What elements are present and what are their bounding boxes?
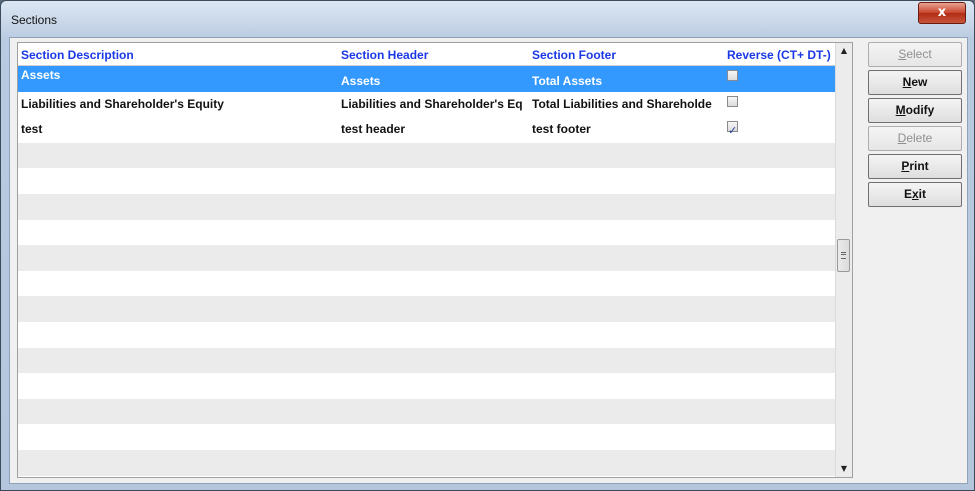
empty-row: [18, 296, 836, 322]
empty-row: [18, 373, 836, 399]
cell-reverse: [724, 92, 836, 118]
empty-row: [18, 168, 836, 194]
empty-row: [18, 449, 836, 476]
close-button[interactable]: x: [918, 2, 966, 24]
column-header-section-footer[interactable]: Section Footer: [530, 43, 724, 65]
empty-row: [18, 271, 836, 297]
select-button[interactable]: Select: [868, 42, 962, 67]
grid-header-row: Section Description Section Header Secti…: [18, 43, 836, 66]
cell-footer: Total Liabilities and Shareholde: [532, 96, 712, 111]
button-panel: Select New Modify Delete Print Exit: [868, 42, 962, 210]
empty-row: [18, 476, 836, 478]
window-title: Sections: [11, 13, 58, 27]
column-header-section-header[interactable]: Section Header: [338, 43, 530, 65]
empty-row: [18, 398, 836, 425]
cell-reverse: [724, 66, 836, 92]
empty-row: [18, 424, 836, 450]
exit-button[interactable]: Exit: [868, 182, 962, 207]
scroll-up-icon[interactable]: ▲: [836, 43, 852, 59]
scroll-down-icon[interactable]: ▼: [836, 461, 852, 477]
cell-footer: Total Assets: [532, 74, 603, 88]
reverse-checkbox-checked[interactable]: [727, 118, 738, 143]
cell-header: Assets: [341, 74, 381, 88]
cell-header: Liabilities and Shareholder's Eq: [341, 96, 523, 111]
modify-button[interactable]: Modify: [868, 98, 962, 123]
cell-description: test: [21, 122, 43, 137]
grid-rows: Assets Assets Total Assets Liabilities a…: [18, 66, 836, 478]
cell-reverse: [724, 117, 836, 143]
delete-button[interactable]: Delete: [868, 126, 962, 151]
cell-description: Liabilities and Shareholder's Equity: [21, 96, 224, 111]
print-button[interactable]: Print: [868, 154, 962, 179]
empty-row: [18, 220, 836, 246]
table-row[interactable]: test test header test footer: [18, 117, 836, 143]
empty-row: [18, 347, 836, 374]
cell-description: Assets: [21, 68, 61, 82]
table-row[interactable]: Assets Assets Total Assets: [18, 66, 836, 92]
table-row[interactable]: Liabilities and Shareholder's Equity Lia…: [18, 92, 836, 118]
column-header-reverse[interactable]: Reverse (CT+ DT-): [724, 43, 836, 65]
cell-header: test header: [341, 122, 406, 137]
title-bar[interactable]: Sections x: [1, 1, 974, 37]
scroll-thumb[interactable]: [837, 239, 850, 272]
sections-grid: Section Description Section Header Secti…: [17, 42, 853, 478]
vertical-scrollbar[interactable]: ▲ ▼: [835, 43, 852, 477]
new-button[interactable]: New: [868, 70, 962, 95]
empty-row: [18, 245, 836, 271]
cell-footer: test footer: [532, 122, 591, 137]
empty-row: [18, 322, 836, 348]
dialog-client-area: Section Description Section Header Secti…: [9, 37, 968, 484]
reverse-checkbox[interactable]: [727, 95, 738, 107]
sections-dialog: Sections x Section Description Section H…: [0, 0, 975, 491]
empty-row: [18, 193, 836, 220]
reverse-checkbox[interactable]: [727, 70, 738, 81]
column-header-description[interactable]: Section Description: [18, 43, 338, 65]
empty-row: [18, 142, 836, 169]
